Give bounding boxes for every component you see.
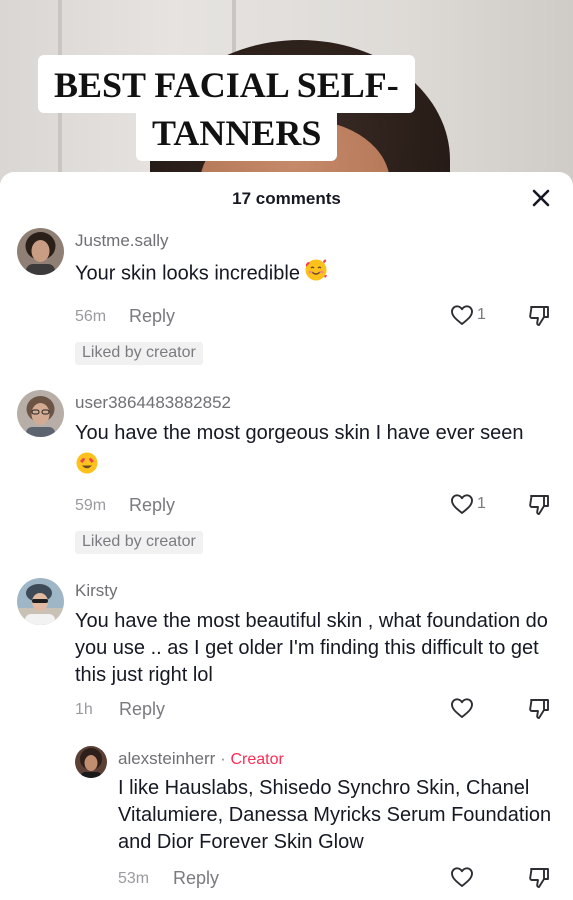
avatar[interactable] (17, 578, 64, 625)
comment-text: You have the most gorgeous skin I have e… (75, 420, 561, 483)
dislike-button[interactable] (527, 697, 551, 726)
like-count: 1 (477, 495, 486, 512)
thumbs-down-icon (529, 699, 549, 719)
heart-icon (451, 494, 473, 514)
dislike-button[interactable] (527, 493, 551, 522)
reply-button[interactable]: Reply (173, 868, 219, 889)
close-button[interactable] (529, 186, 553, 210)
heart-icon (451, 305, 473, 325)
like-button[interactable] (450, 866, 474, 888)
heart-icon (451, 867, 473, 887)
reply-button[interactable]: Reply (129, 306, 175, 327)
dislike-button[interactable] (527, 866, 551, 895)
thumbs-down-icon (529, 868, 549, 888)
comment-text: Your skin looks incredible (75, 258, 561, 290)
creator-tag: Creator (230, 751, 284, 768)
avatar-image (17, 578, 64, 625)
comment-username[interactable]: Justme.sally (75, 230, 561, 252)
comments-sheet: 17 comments Justme.sally Your skin looks… (0, 172, 573, 900)
avatar[interactable] (17, 228, 64, 275)
thumbs-down-icon (529, 495, 549, 515)
heart-eyes-icon (75, 451, 99, 483)
comment-username[interactable]: Kirsty (75, 580, 561, 602)
video-background: BEST FACIAL SELF- TANNERS (0, 0, 573, 200)
avatar-image (75, 746, 107, 778)
like-count: 1 (477, 306, 486, 323)
reply-username-row: alexsteinherr · Creator (118, 748, 561, 771)
liked-by-creator-badge: Liked by creator (75, 342, 203, 365)
reply-text: I like Hauslabs, Shisedo Synchro Skin, C… (118, 777, 552, 853)
reply-username[interactable]: alexsteinherr (118, 749, 215, 768)
separator-dot: · (220, 749, 226, 768)
liked-by-creator-badge: Liked by creator (75, 531, 203, 554)
smiling-face-with-hearts-icon (304, 258, 328, 290)
comment-time: 59m (75, 497, 107, 514)
close-icon (532, 189, 550, 207)
comment-text-body: Your skin looks incredible (75, 262, 300, 285)
comment-username[interactable]: user3864483882852 (75, 392, 561, 414)
like-button[interactable] (450, 697, 474, 719)
comment-text: You have the most beautiful skin , what … (75, 610, 548, 686)
like-button[interactable]: 1 (450, 304, 486, 326)
comments-header: 17 comments (0, 172, 573, 226)
video-title-line-2: TANNERS (136, 103, 338, 161)
avatar-image (17, 390, 64, 437)
avatar[interactable] (17, 390, 64, 437)
avatar-image (17, 228, 64, 275)
comments-count-title: 17 comments (232, 189, 341, 208)
comment-time: 56m (75, 308, 107, 325)
thumbs-down-icon (529, 306, 549, 326)
avatar[interactable] (75, 746, 107, 778)
reply-time: 53m (118, 870, 150, 887)
reply-button[interactable]: Reply (119, 699, 165, 720)
dislike-button[interactable] (527, 304, 551, 333)
comment-time: 1h (75, 701, 93, 718)
like-button[interactable]: 1 (450, 493, 486, 515)
comment-text-body: You have the most gorgeous skin I have e… (75, 422, 524, 444)
heart-icon (451, 698, 473, 718)
reply-button[interactable]: Reply (129, 495, 175, 516)
